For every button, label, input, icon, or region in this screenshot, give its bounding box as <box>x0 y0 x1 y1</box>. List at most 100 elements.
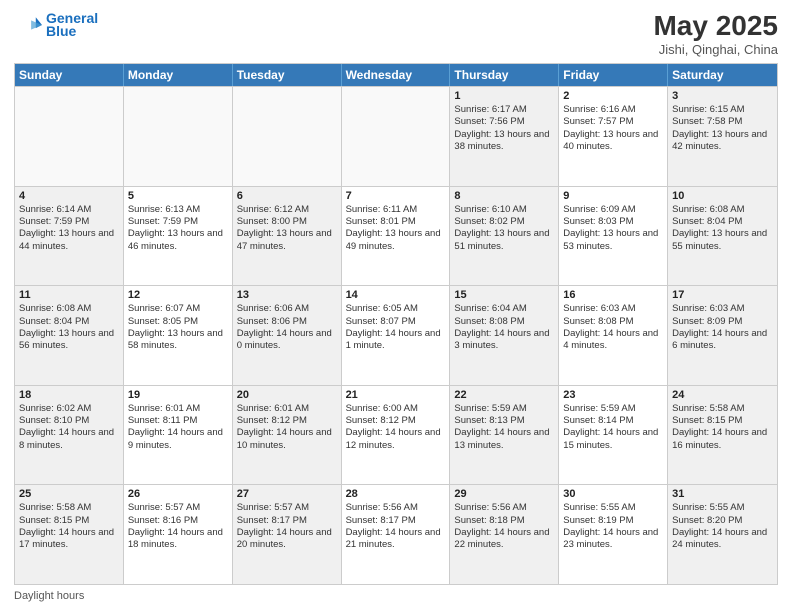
calendar-header: SundayMondayTuesdayWednesdayThursdayFrid… <box>15 64 777 86</box>
sunrise-text: Sunrise: 6:02 AM <box>19 403 119 415</box>
cal-cell: 23Sunrise: 5:59 AMSunset: 8:14 PMDayligh… <box>559 386 668 485</box>
day-header-thursday: Thursday <box>450 64 559 86</box>
sunrise-text: Sunrise: 6:06 AM <box>237 303 337 315</box>
day-number: 1 <box>454 90 554 102</box>
sunrise-text: Sunrise: 6:01 AM <box>128 403 228 415</box>
cal-cell: 16Sunrise: 6:03 AMSunset: 8:08 PMDayligh… <box>559 286 668 385</box>
sunrise-text: Sunrise: 6:13 AM <box>128 204 228 216</box>
logo-icon <box>14 11 42 39</box>
day-number: 8 <box>454 190 554 202</box>
sunrise-text: Sunrise: 5:55 AM <box>672 502 773 514</box>
sunrise-text: Sunrise: 6:08 AM <box>19 303 119 315</box>
cal-cell <box>15 87 124 186</box>
day-number: 17 <box>672 289 773 301</box>
sunrise-text: Sunrise: 6:01 AM <box>237 403 337 415</box>
page: General Blue May 2025 Jishi, Qinghai, Ch… <box>0 0 792 612</box>
sunset-text: Sunset: 8:06 PM <box>237 316 337 328</box>
daylight-text: Daylight: 14 hours and 21 minutes. <box>346 527 446 552</box>
day-number: 14 <box>346 289 446 301</box>
sunset-text: Sunset: 8:01 PM <box>346 216 446 228</box>
daylight-text: Daylight: 14 hours and 6 minutes. <box>672 328 773 353</box>
sunrise-text: Sunrise: 6:04 AM <box>454 303 554 315</box>
daylight-text: Daylight: 13 hours and 49 minutes. <box>346 228 446 253</box>
sunrise-text: Sunrise: 6:16 AM <box>563 104 663 116</box>
day-number: 26 <box>128 488 228 500</box>
sunset-text: Sunset: 8:00 PM <box>237 216 337 228</box>
daylight-text: Daylight: 14 hours and 22 minutes. <box>454 527 554 552</box>
cal-cell: 11Sunrise: 6:08 AMSunset: 8:04 PMDayligh… <box>15 286 124 385</box>
cal-cell: 7Sunrise: 6:11 AMSunset: 8:01 PMDaylight… <box>342 187 451 286</box>
cal-cell: 15Sunrise: 6:04 AMSunset: 8:08 PMDayligh… <box>450 286 559 385</box>
day-number: 10 <box>672 190 773 202</box>
day-number: 24 <box>672 389 773 401</box>
daylight-text: Daylight: 14 hours and 13 minutes. <box>454 427 554 452</box>
day-header-monday: Monday <box>124 64 233 86</box>
daylight-text: Daylight: 13 hours and 58 minutes. <box>128 328 228 353</box>
day-number: 9 <box>563 190 663 202</box>
title-block: May 2025 Jishi, Qinghai, China <box>653 10 778 57</box>
sunset-text: Sunset: 8:17 PM <box>346 515 446 527</box>
cal-cell: 22Sunrise: 5:59 AMSunset: 8:13 PMDayligh… <box>450 386 559 485</box>
sunrise-text: Sunrise: 6:14 AM <box>19 204 119 216</box>
daylight-text: Daylight: 13 hours and 51 minutes. <box>454 228 554 253</box>
cal-cell: 26Sunrise: 5:57 AMSunset: 8:16 PMDayligh… <box>124 485 233 584</box>
cal-week-4: 18Sunrise: 6:02 AMSunset: 8:10 PMDayligh… <box>15 385 777 485</box>
day-number: 29 <box>454 488 554 500</box>
sunrise-text: Sunrise: 5:58 AM <box>672 403 773 415</box>
daylight-text: Daylight: 13 hours and 47 minutes. <box>237 228 337 253</box>
sunset-text: Sunset: 8:14 PM <box>563 415 663 427</box>
sunset-text: Sunset: 8:16 PM <box>128 515 228 527</box>
calendar-body: 1Sunrise: 6:17 AMSunset: 7:56 PMDaylight… <box>15 86 777 584</box>
daylight-text: Daylight: 14 hours and 16 minutes. <box>672 427 773 452</box>
sunset-text: Sunset: 8:10 PM <box>19 415 119 427</box>
cal-week-1: 1Sunrise: 6:17 AMSunset: 7:56 PMDaylight… <box>15 86 777 186</box>
logo: General Blue <box>14 10 98 39</box>
cal-cell: 30Sunrise: 5:55 AMSunset: 8:19 PMDayligh… <box>559 485 668 584</box>
daylight-text: Daylight: 14 hours and 18 minutes. <box>128 527 228 552</box>
day-number: 15 <box>454 289 554 301</box>
sunrise-text: Sunrise: 6:17 AM <box>454 104 554 116</box>
daylight-text: Daylight: 14 hours and 8 minutes. <box>19 427 119 452</box>
cal-week-3: 11Sunrise: 6:08 AMSunset: 8:04 PMDayligh… <box>15 285 777 385</box>
cal-cell: 28Sunrise: 5:56 AMSunset: 8:17 PMDayligh… <box>342 485 451 584</box>
sunrise-text: Sunrise: 5:58 AM <box>19 502 119 514</box>
sunset-text: Sunset: 8:02 PM <box>454 216 554 228</box>
month-title: May 2025 <box>653 10 778 42</box>
calendar: SundayMondayTuesdayWednesdayThursdayFrid… <box>14 63 778 585</box>
footer-note: Daylight hours <box>14 590 778 602</box>
daylight-text: Daylight: 13 hours and 46 minutes. <box>128 228 228 253</box>
day-number: 21 <box>346 389 446 401</box>
daylight-text: Daylight: 13 hours and 44 minutes. <box>19 228 119 253</box>
sunrise-text: Sunrise: 5:56 AM <box>346 502 446 514</box>
cal-week-5: 25Sunrise: 5:58 AMSunset: 8:15 PMDayligh… <box>15 484 777 584</box>
daylight-text: Daylight: 14 hours and 10 minutes. <box>237 427 337 452</box>
daylight-text: Daylight: 14 hours and 3 minutes. <box>454 328 554 353</box>
daylight-text: Daylight: 13 hours and 56 minutes. <box>19 328 119 353</box>
sunset-text: Sunset: 7:57 PM <box>563 116 663 128</box>
day-number: 5 <box>128 190 228 202</box>
sunrise-text: Sunrise: 6:03 AM <box>672 303 773 315</box>
sunset-text: Sunset: 7:59 PM <box>128 216 228 228</box>
cal-cell: 25Sunrise: 5:58 AMSunset: 8:15 PMDayligh… <box>15 485 124 584</box>
day-header-wednesday: Wednesday <box>342 64 451 86</box>
daylight-text: Daylight: 14 hours and 0 minutes. <box>237 328 337 353</box>
cal-cell: 3Sunrise: 6:15 AMSunset: 7:58 PMDaylight… <box>668 87 777 186</box>
day-number: 2 <box>563 90 663 102</box>
header: General Blue May 2025 Jishi, Qinghai, Ch… <box>14 10 778 57</box>
daylight-text: Daylight: 14 hours and 17 minutes. <box>19 527 119 552</box>
day-header-saturday: Saturday <box>668 64 777 86</box>
daylight-text: Daylight: 14 hours and 1 minute. <box>346 328 446 353</box>
cal-cell: 4Sunrise: 6:14 AMSunset: 7:59 PMDaylight… <box>15 187 124 286</box>
sunrise-text: Sunrise: 6:09 AM <box>563 204 663 216</box>
cal-cell <box>124 87 233 186</box>
day-header-friday: Friday <box>559 64 668 86</box>
cal-cell: 13Sunrise: 6:06 AMSunset: 8:06 PMDayligh… <box>233 286 342 385</box>
sunset-text: Sunset: 8:04 PM <box>19 316 119 328</box>
day-number: 31 <box>672 488 773 500</box>
sunrise-text: Sunrise: 5:59 AM <box>563 403 663 415</box>
daylight-text: Daylight: 13 hours and 53 minutes. <box>563 228 663 253</box>
day-header-tuesday: Tuesday <box>233 64 342 86</box>
day-number: 23 <box>563 389 663 401</box>
day-number: 27 <box>237 488 337 500</box>
cal-cell: 18Sunrise: 6:02 AMSunset: 8:10 PMDayligh… <box>15 386 124 485</box>
